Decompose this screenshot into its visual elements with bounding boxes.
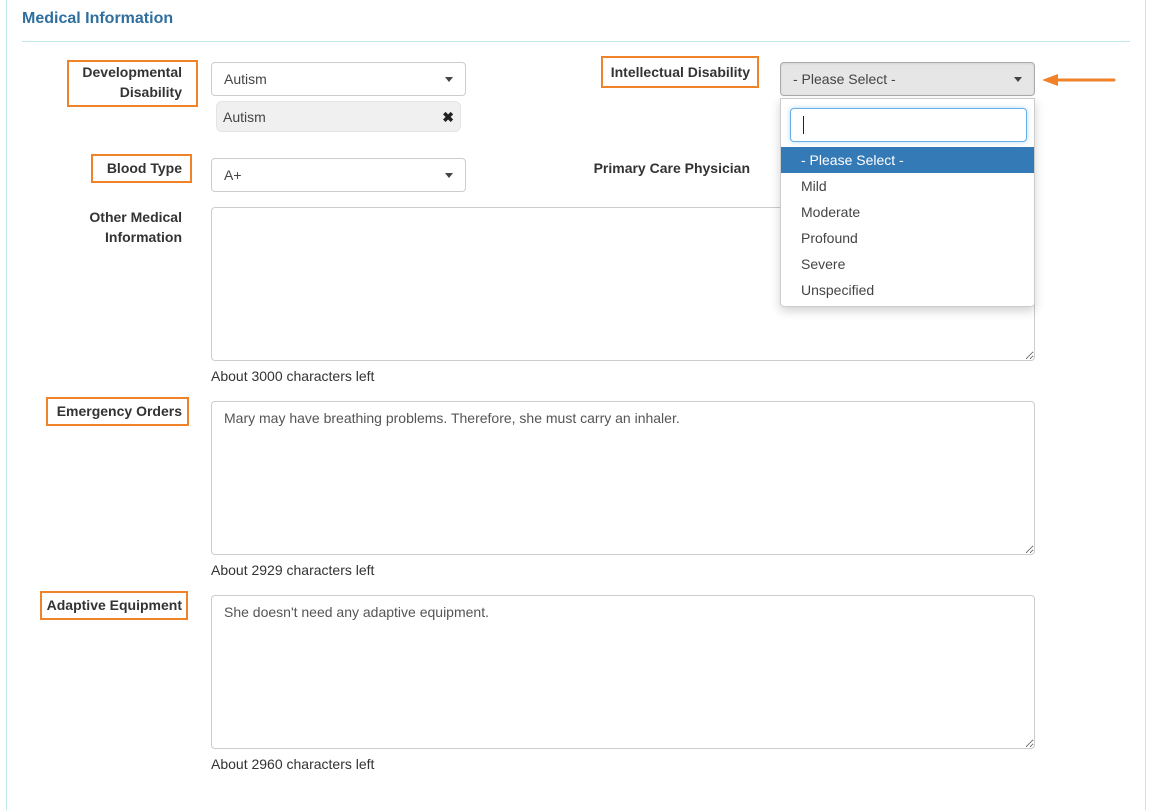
emergency-orders-label: Emergency Orders [56, 403, 182, 419]
caret-down-icon [445, 77, 453, 82]
dropdown-option[interactable]: Moderate [781, 199, 1034, 225]
times-icon[interactable]: ✖ [442, 102, 454, 132]
caret-down-icon [1014, 77, 1022, 82]
dropdown-options: - Please Select - Mild Moderate Profound… [781, 147, 1034, 303]
section-divider [22, 41, 1130, 42]
adaptive-equipment-counter: About 2960 characters left [211, 756, 375, 772]
dropdown-search-input[interactable] [790, 108, 1027, 142]
arrow-left-icon [1042, 74, 1116, 86]
dropdown-option[interactable]: - Please Select - [781, 147, 1034, 173]
selected-value: Autism [224, 71, 267, 87]
label-line: Information [105, 229, 182, 245]
developmental-disability-label: Developmental Disability [72, 62, 182, 102]
selected-value: - Please Select - [793, 71, 896, 87]
adaptive-equipment-textarea[interactable] [211, 595, 1035, 749]
developmental-disability-tag: Autism ✖ [216, 101, 461, 132]
other-medical-information-label: Other Medical Information [62, 207, 182, 247]
emergency-orders-textarea[interactable] [211, 401, 1035, 555]
label-line: Other Medical [89, 209, 182, 225]
dropdown-option[interactable]: Unspecified [781, 277, 1034, 303]
label-line: Disability [119, 84, 182, 100]
section-title: Medical Information [22, 10, 174, 27]
blood-type-select[interactable]: A+ [211, 158, 466, 192]
other-medical-information-counter: About 3000 characters left [211, 368, 375, 384]
primary-care-physician-label: Primary Care Physician [593, 160, 750, 176]
selected-value: A+ [224, 167, 242, 183]
emergency-orders-counter: About 2929 characters left [211, 562, 375, 578]
tag-label: Autism [223, 109, 266, 125]
adaptive-equipment-label: Adaptive Equipment [46, 597, 182, 613]
developmental-disability-select[interactable]: Autism [211, 62, 466, 96]
dropdown-option[interactable]: Profound [781, 225, 1034, 251]
intellectual-disability-select[interactable]: - Please Select - [780, 62, 1035, 96]
intellectual-disability-label: Intellectual Disability [610, 64, 750, 80]
dropdown-option[interactable]: Mild [781, 173, 1034, 199]
dropdown-option[interactable]: Severe [781, 251, 1034, 277]
text-cursor [803, 116, 804, 134]
blood-type-label: Blood Type [106, 160, 182, 176]
caret-down-icon [445, 173, 453, 178]
label-line: Developmental [82, 64, 182, 80]
intellectual-disability-dropdown: - Please Select - Mild Moderate Profound… [780, 98, 1035, 307]
